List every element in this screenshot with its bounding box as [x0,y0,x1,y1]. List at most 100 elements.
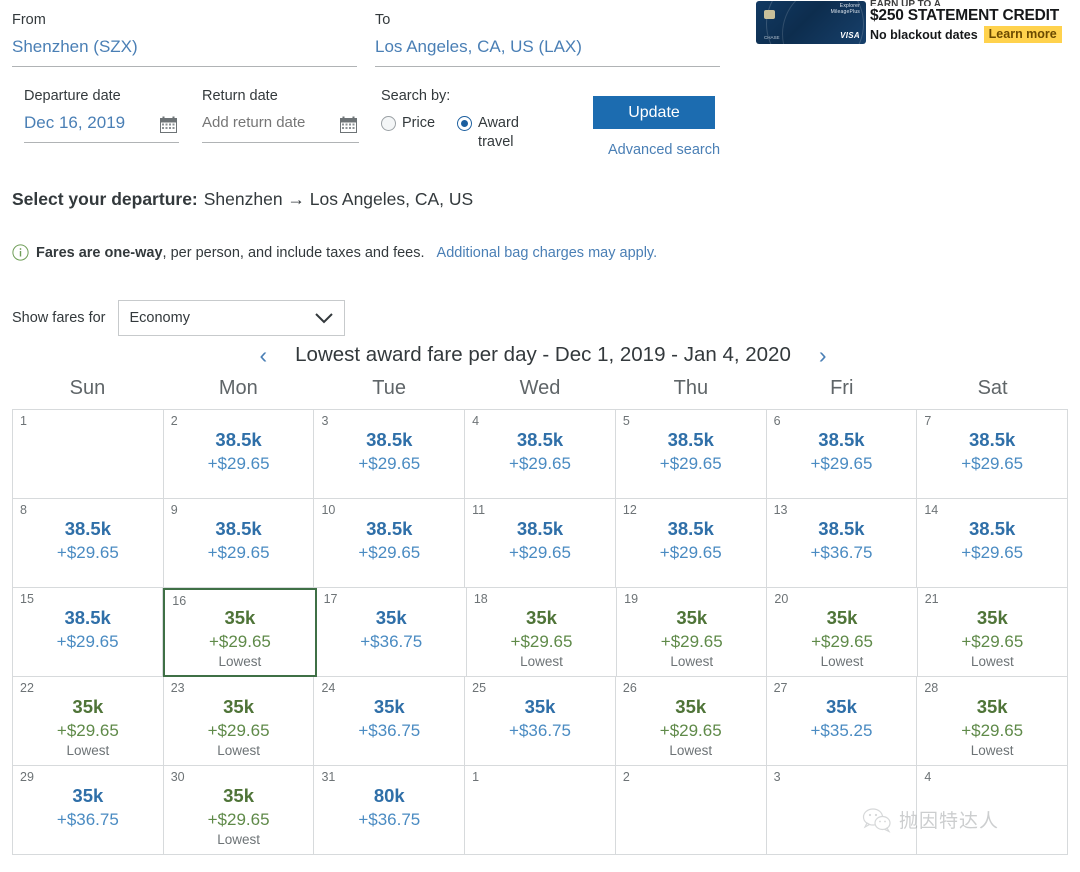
fare-disclaimer-bold: Fares are one-way [36,244,163,261]
calendar-icon[interactable] [340,116,357,133]
fare-miles: 38.5k [969,518,1016,539]
calendar-cell: 4 [917,766,1069,855]
calendar-cell[interactable]: 29 35k +$36.75 [13,766,164,855]
calendar-cell: 1 [13,410,164,499]
radio-price-icon[interactable] [381,116,396,131]
calendar-cell[interactable]: 3 38.5k +$29.65 [314,410,466,499]
departure-date-field[interactable]: Departure date Dec 16, 2019 [24,86,179,143]
to-field[interactable]: To Los Angeles, CA, US (LAX) [375,10,720,67]
credit-card-ad-banner[interactable]: Explorer MileagePlus VISA CHASE EARN UP … [750,0,1080,47]
calendar-week-row: 29 35k +$36.75 30 35k +$29.65 Lowest 31 80k +$36.… [13,766,1069,855]
fare-miles: 38.5k [215,429,262,450]
fare-miles: 35k [826,696,857,717]
day-of-week-sun: Sun [69,377,106,399]
calendar-cell[interactable]: 18 35k +$29.65 Lowest [466,588,618,677]
page-title: Select your departure: Shenzhen → Los Ang… [12,189,473,210]
calendar-cell[interactable]: 4 38.5k +$29.65 [465,410,616,499]
calendar-day-of-week-row: Sun Mon Tue Wed Thu Fri Sat [12,372,1068,404]
radio-option-award-travel[interactable]: Award travel [457,114,540,152]
to-input[interactable]: Los Angeles, CA, US (LAX) [375,36,720,67]
credit-card-image: Explorer MileagePlus VISA CHASE [756,1,866,44]
calendar-cell-fare: 35k +$36.75 [317,606,466,653]
calendar-day-number: 29 [20,770,34,784]
from-field[interactable]: From Shenzhen (SZX) [12,10,357,67]
radio-price-label: Price [402,115,436,131]
ad-learn-more-button[interactable]: Learn more [983,26,1062,43]
bag-charges-link[interactable]: Additional bag charges may apply. [437,245,658,261]
calendar-cell[interactable]: 11 38.5k +$29.65 [465,499,616,588]
fare-taxes: +$36.75 [509,721,571,740]
radio-option-price[interactable]: Price [381,114,435,152]
calendar-cell[interactable]: 19 35k +$29.65 Lowest [617,588,768,677]
calendar-cell[interactable]: 13 38.5k +$36.75 [766,499,918,588]
departure-date-input[interactable]: Dec 16, 2019 [24,112,179,143]
calendar-cell[interactable]: 25 35k +$36.75 [465,677,616,766]
calendar-day-number: 25 [472,681,487,695]
fare-taxes: +$29.65 [961,454,1024,473]
calendar-cell-selected[interactable]: 16 35k +$29.65 Lowest [163,588,317,677]
calendar-prev-button[interactable]: ‹ [253,342,273,368]
calendar-cell[interactable]: 23 35k +$29.65 Lowest [163,677,315,766]
search-by-label: Search by: [381,88,451,104]
fare-miles: 35k [72,785,104,806]
calendar-cell-fare: 35k +$29.65 Lowest [616,695,766,759]
calendar-cell[interactable]: 28 35k +$29.65 Lowest [917,677,1069,766]
calendar-cell[interactable]: 6 38.5k +$29.65 [766,410,918,499]
calendar-day-number: 19 [624,592,639,606]
calendar-cell[interactable]: 7 38.5k +$29.65 [917,410,1069,499]
day-of-week-thu: Thu [673,377,709,399]
calendar-cell[interactable]: 27 35k +$35.25 [766,677,918,766]
calendar-cell[interactable]: 2 38.5k +$29.65 [163,410,315,499]
calendar-cell[interactable]: 12 38.5k +$29.65 [615,499,767,588]
calendar-cell[interactable]: 10 38.5k +$29.65 [314,499,466,588]
cabin-class-select[interactable]: Economy [117,300,345,336]
update-button[interactable]: Update [593,96,715,129]
fare-taxes: +$29.65 [56,543,119,562]
calendar-day-number: 9 [170,503,178,517]
fare-taxes: +$29.65 [510,632,573,651]
calendar-day-number: 1 [20,414,27,428]
lowest-fare-tag: Lowest [670,654,714,669]
return-date-input[interactable]: Add return date [202,112,359,143]
calendar-day-number: 15 [20,592,34,606]
calendar-day-number: 24 [321,681,336,695]
calendar-cell[interactable]: 8 38.5k +$29.65 [13,499,164,588]
calendar-cell[interactable]: 20 35k +$29.65 Lowest [767,588,918,677]
fare-miles: 35k [223,696,255,717]
radio-award-travel-label: Award travel [478,115,519,150]
fare-taxes: +$29.65 [660,632,723,651]
visa-logo: VISA [840,31,860,40]
advanced-search-link[interactable]: Advanced search [608,142,720,158]
fare-taxes: +$29.65 [207,543,270,562]
calendar-cell[interactable]: 31 80k +$36.75 [314,766,466,855]
from-input[interactable]: Shenzhen (SZX) [12,36,357,67]
calendar-next-button[interactable]: › [813,342,833,368]
fare-miles: 38.5k [215,518,262,539]
calendar-cell[interactable]: 9 38.5k +$29.65 [163,499,315,588]
calendar-cell[interactable]: 5 38.5k +$29.65 [615,410,767,499]
day-of-week-mon: Mon [218,377,258,399]
calendar-cell[interactable]: 26 35k +$29.65 Lowest [615,677,767,766]
calendar-cell-fare: 38.5k +$29.65 [13,517,163,564]
fare-miles: 35k [373,696,405,717]
calendar-cell[interactable]: 15 38.5k +$29.65 [13,588,164,677]
calendar-cell[interactable]: 24 35k +$36.75 [314,677,466,766]
calendar-cell-fare: 35k +$29.65 Lowest [13,695,163,759]
calendar-cell[interactable]: 21 35k +$29.65 Lowest [917,588,1068,677]
radio-award-travel-icon[interactable] [457,116,473,131]
calendar-cell[interactable]: 22 35k +$29.65 Lowest [13,677,164,766]
lowest-fare-tag: Lowest [66,743,110,758]
calendar-cell-fare: 35k +$29.65 Lowest [467,606,616,670]
search-by-group: Search by: Price Award travel [381,86,581,152]
calendar-icon[interactable] [160,116,177,133]
fare-miles: 35k [224,607,256,628]
chevron-down-icon [314,313,333,324]
calendar-cell-fare: 38.5k +$29.65 [465,517,615,564]
calendar-cell[interactable]: 30 35k +$29.65 Lowest [163,766,315,855]
fare-taxes: +$29.65 [358,454,421,473]
page-title-prefix: Select your departure: [12,189,198,209]
calendar-day-number: 4 [924,770,932,784]
calendar-cell[interactable]: 17 35k +$36.75 [316,588,467,677]
calendar-cell[interactable]: 14 38.5k +$29.65 [917,499,1069,588]
return-date-field[interactable]: Return date Add return date [202,86,359,143]
